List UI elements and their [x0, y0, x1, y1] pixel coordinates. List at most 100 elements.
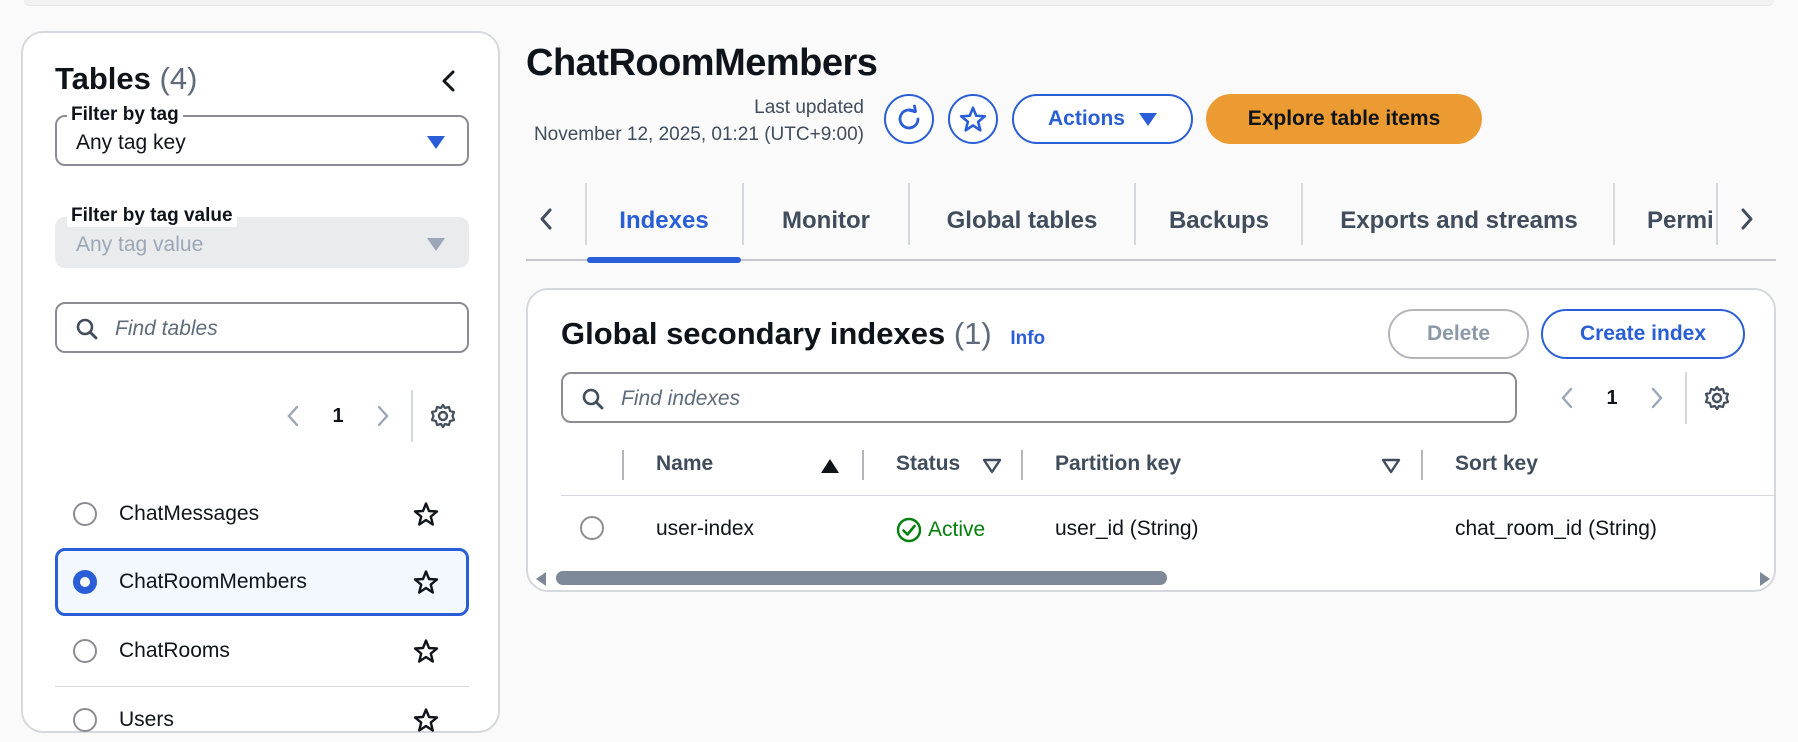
table-radio[interactable] [73, 708, 97, 732]
index-preferences-button[interactable] [1703, 384, 1731, 412]
chevron-left-icon [540, 208, 552, 230]
find-tables-placeholder: Find tables [115, 317, 218, 340]
gsi-count: (1) [953, 316, 992, 351]
star-icon[interactable] [413, 638, 439, 664]
table-name: ChatRooms [119, 639, 230, 662]
table-item-users[interactable]: Users [55, 686, 469, 742]
filter-value-label: Filter by tag value [67, 205, 237, 227]
prev-page-button[interactable] [1553, 384, 1581, 412]
last-updated: Last updated November 12, 2025, 01:21 (U… [534, 94, 864, 148]
chevron-left-icon [442, 70, 455, 92]
page-title: ChatRoomMembers [526, 42, 878, 84]
tables-count: (4) [159, 61, 198, 96]
collapse-panel-button[interactable] [431, 63, 467, 99]
favorite-button[interactable] [948, 94, 998, 144]
tab-permissions[interactable]: Permi [1615, 183, 1723, 259]
index-partition-key-cell: user_id (String) [1055, 517, 1199, 540]
tab-exports-and-streams[interactable]: Exports and streams [1303, 183, 1615, 259]
index-row-radio[interactable] [580, 516, 604, 540]
next-page-button[interactable] [1643, 384, 1671, 412]
page-number[interactable]: 1 [1581, 387, 1643, 410]
gsi-title-text: Global secondary indexes [561, 316, 946, 351]
top-edge [24, 0, 1774, 6]
chevron-left-icon [1561, 387, 1573, 409]
actions-dropdown-button[interactable]: Actions [1012, 94, 1193, 144]
sort-icon[interactable] [982, 458, 1002, 474]
star-icon[interactable] [413, 501, 439, 527]
search-icon [76, 318, 98, 340]
index-name-cell: user-index [656, 517, 755, 540]
prev-page-button[interactable] [279, 402, 307, 430]
scroll-left-arrow-icon[interactable] [536, 572, 546, 586]
refresh-button[interactable] [884, 94, 934, 144]
last-updated-value: November 12, 2025, 01:21 (UTC+9:00) [533, 124, 864, 145]
explore-table-items-button[interactable]: Explore table items [1206, 94, 1482, 144]
table-radio[interactable] [73, 502, 97, 526]
star-icon[interactable] [413, 707, 439, 733]
column-divider [1021, 450, 1023, 480]
star-icon[interactable] [413, 569, 439, 595]
create-index-button[interactable]: Create index [1541, 309, 1745, 359]
pager-divider [411, 390, 413, 442]
page-number[interactable]: 1 [307, 405, 369, 428]
table-item-chatmessages[interactable]: ChatMessages [55, 480, 469, 548]
chevron-left-icon [287, 405, 299, 427]
caret-down-icon [1139, 112, 1157, 126]
column-divider [862, 450, 864, 480]
gear-icon [430, 403, 456, 429]
table-name: Users [119, 708, 174, 731]
index-sort-key-cell: chat_room_id (String) [1455, 517, 1657, 540]
column-header-partition-key[interactable]: Partition key [1055, 452, 1181, 476]
table-item-chatrooms[interactable]: ChatRooms [55, 617, 469, 685]
actions-label: Actions [1047, 107, 1125, 130]
column-header-sort-key[interactable]: Sort key [1455, 452, 1538, 476]
gear-icon [1704, 385, 1730, 411]
tab-backups[interactable]: Backups [1136, 183, 1302, 259]
gsi-container: Global secondary indexes (1) Info Delete… [526, 288, 1776, 592]
tables-pagination: 1 [279, 390, 457, 442]
column-divider [1421, 450, 1423, 480]
table-name: ChatMessages [119, 502, 260, 525]
tab-bar: Indexes Monitor Global tables Backups Ex… [526, 183, 1776, 263]
caret-down-icon [427, 238, 445, 251]
filter-value-placeholder: Any tag value [76, 233, 204, 256]
sort-ascending-icon[interactable] [820, 458, 840, 474]
next-page-button[interactable] [369, 402, 397, 430]
column-divider [622, 450, 624, 480]
refresh-icon [898, 104, 920, 130]
table-name: ChatRoomMembers [119, 570, 307, 593]
status-text: Active [928, 518, 986, 541]
filter-tag-label: Filter by tag [67, 104, 183, 126]
table-radio[interactable] [73, 639, 97, 663]
gsi-title: Global secondary indexes (1) Info [561, 316, 1045, 352]
column-header-status[interactable]: Status [896, 452, 960, 476]
star-icon [959, 106, 987, 132]
column-header-name[interactable]: Name [656, 452, 713, 476]
caret-down-icon [427, 136, 445, 149]
tab-global-tables[interactable]: Global tables [910, 183, 1134, 259]
tab-monitor[interactable]: Monitor [744, 183, 908, 259]
find-indexes-input[interactable]: Find indexes [561, 372, 1517, 423]
table-radio[interactable] [73, 570, 97, 594]
scroll-right-arrow-icon[interactable] [1760, 572, 1770, 586]
chevron-right-icon [1651, 387, 1663, 409]
sort-icon[interactable] [1381, 458, 1401, 474]
info-link[interactable]: Info [1010, 328, 1045, 349]
index-status-cell: Active [896, 517, 985, 543]
table-preferences-button[interactable] [429, 402, 457, 430]
find-tables-input[interactable]: Find tables [55, 302, 469, 353]
table-header-divider [561, 495, 1774, 496]
chevron-right-icon [377, 405, 389, 427]
horizontal-scrollbar[interactable] [534, 568, 1770, 588]
last-updated-label: Last updated [754, 97, 864, 118]
search-icon [582, 388, 604, 410]
table-item-chatroommembers[interactable]: ChatRoomMembers [55, 548, 469, 616]
tabs-scroll-right-button[interactable] [1729, 201, 1765, 237]
scrollbar-thumb[interactable] [556, 571, 1167, 585]
tables-title-text: Tables [55, 61, 151, 96]
tabs-scroll-left-button[interactable] [528, 201, 564, 237]
tab-indexes[interactable]: Indexes [587, 183, 741, 263]
find-indexes-placeholder: Find indexes [621, 387, 741, 410]
delete-index-button: Delete [1388, 309, 1529, 359]
tab-divider [1716, 183, 1718, 245]
